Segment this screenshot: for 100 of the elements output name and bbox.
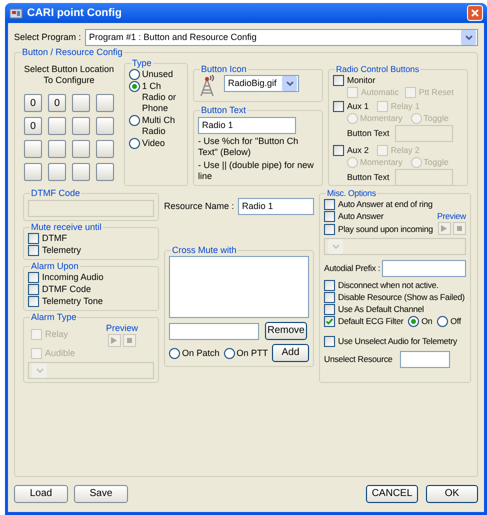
input-field[interactable]: Radio 1 [238,198,314,215]
location-button[interactable] [96,94,114,112]
location-button[interactable] [72,94,90,112]
checkbox-label: Disconnect when not active. [338,280,438,291]
checkbox[interactable] [324,316,335,327]
checkbox-label: Relay [45,329,68,340]
field-label: Resource Name : [164,201,234,212]
group-title: Alarm Type [30,312,78,323]
radio-button[interactable] [129,138,140,149]
radio-button[interactable] [408,316,420,327]
location-button[interactable] [96,140,114,158]
input-field[interactable]: Radio 1 [198,117,296,134]
app-icon [9,7,23,19]
push-button[interactable]: Load [14,485,68,503]
location-button[interactable]: 0 [24,94,42,112]
checkbox[interactable] [333,75,344,86]
checkbox[interactable] [28,296,39,307]
radio-label: On Patch [182,348,220,358]
checkbox-label: Automatic [361,87,399,98]
checkbox[interactable] [28,233,39,244]
checkbox-label: Aux 2 [347,145,369,156]
location-button[interactable]: 0 [24,117,42,135]
checkbox[interactable] [333,101,344,112]
checkbox[interactable] [324,280,335,291]
location-button[interactable] [72,163,90,181]
preview-label: Preview [437,211,466,222]
checkbox-label: Play sound upon incoming [338,224,433,235]
close-button[interactable] [467,5,483,21]
list-box[interactable] [169,256,309,318]
radio-button[interactable] [129,115,140,126]
checkbox[interactable] [324,199,335,210]
input-field[interactable] [169,322,259,340]
checkbox-label: Incoming Audio [42,272,104,283]
stop-icon [456,226,462,231]
group-title: Type [131,58,153,69]
radio-label: Video [142,138,166,149]
group-title: Mute receive until [30,222,103,233]
radio-button[interactable] [129,69,140,80]
input-field[interactable] [400,351,450,368]
checkbox-label: DTMF Code [42,284,92,295]
location-button[interactable] [48,117,66,135]
checkbox-label: Aux 1 [347,101,369,112]
group-title: Button / Resource Config [21,47,124,58]
hint-text: - Use || (double pipe) for new line [198,160,315,182]
radio-label: Toggle [424,113,449,124]
radio-button[interactable] [169,348,180,358]
location-button[interactable] [72,117,90,135]
group-title: Button Icon [200,64,248,75]
field-label: Unselect Resource [324,354,392,365]
radio-label: On [421,316,432,327]
location-button[interactable] [96,117,114,135]
location-button[interactable] [24,140,42,158]
field-label: Button Text [347,128,390,139]
stop-button[interactable] [452,222,466,235]
checkbox-label: Monitor [347,75,376,86]
location-button[interactable] [48,163,66,181]
location-button[interactable] [24,163,42,181]
radio-label: 1 Ch Radio or Phone [142,81,178,114]
play-icon [441,225,448,232]
checkbox-label: Disable Resource (Show as Failed) [338,292,465,303]
checkbox[interactable] [324,292,335,303]
push-button[interactable]: Save [74,485,128,503]
push-button[interactable]: Add [272,344,309,362]
push-button[interactable]: Remove [265,322,307,340]
dropdown[interactable]: Program #1 : Button and Resource Config [85,29,478,46]
radio-label: Off [450,316,461,327]
checkbox-label: Audible [45,348,76,359]
location-button[interactable] [48,140,66,158]
location-button[interactable] [72,140,90,158]
group-title: Cross Mute with [171,245,238,256]
input-field[interactable] [382,260,466,277]
push-button[interactable]: OK [426,485,478,503]
radio-button[interactable] [129,81,140,92]
dropdown[interactable]: RadioBig.gif [224,75,299,92]
radio-button[interactable] [224,348,235,358]
stop-icon [126,338,132,343]
checkbox[interactable] [324,211,335,222]
play-button[interactable] [438,222,451,235]
window-title: CARI point Config [27,8,123,18]
checkbox[interactable] [324,224,335,235]
group-title: DTMF Code [30,188,82,199]
checkbox[interactable] [28,284,39,295]
group-title: Button Text [200,105,247,116]
stop-button[interactable] [122,334,136,347]
checkbox-label: Auto Answer at end of ring [338,199,433,210]
play-button[interactable] [108,334,121,347]
radio-button[interactable] [437,316,448,327]
checkbox-label: Use Unselect Audio for Telemetry [338,336,458,347]
push-button[interactable]: CANCEL [366,485,418,503]
checkbox[interactable] [324,304,335,315]
checkbox[interactable] [333,145,344,156]
location-button[interactable] [96,163,114,181]
radio-label: Unused [142,69,174,80]
location-button[interactable]: 0 [48,94,66,112]
checkbox-label: Use As Default Channel [338,304,424,315]
checkbox-label: Relay 2 [390,145,420,156]
checkbox[interactable] [28,245,39,256]
checkbox[interactable] [324,336,335,347]
preview-label: Preview [106,323,138,334]
checkbox[interactable] [28,272,39,283]
